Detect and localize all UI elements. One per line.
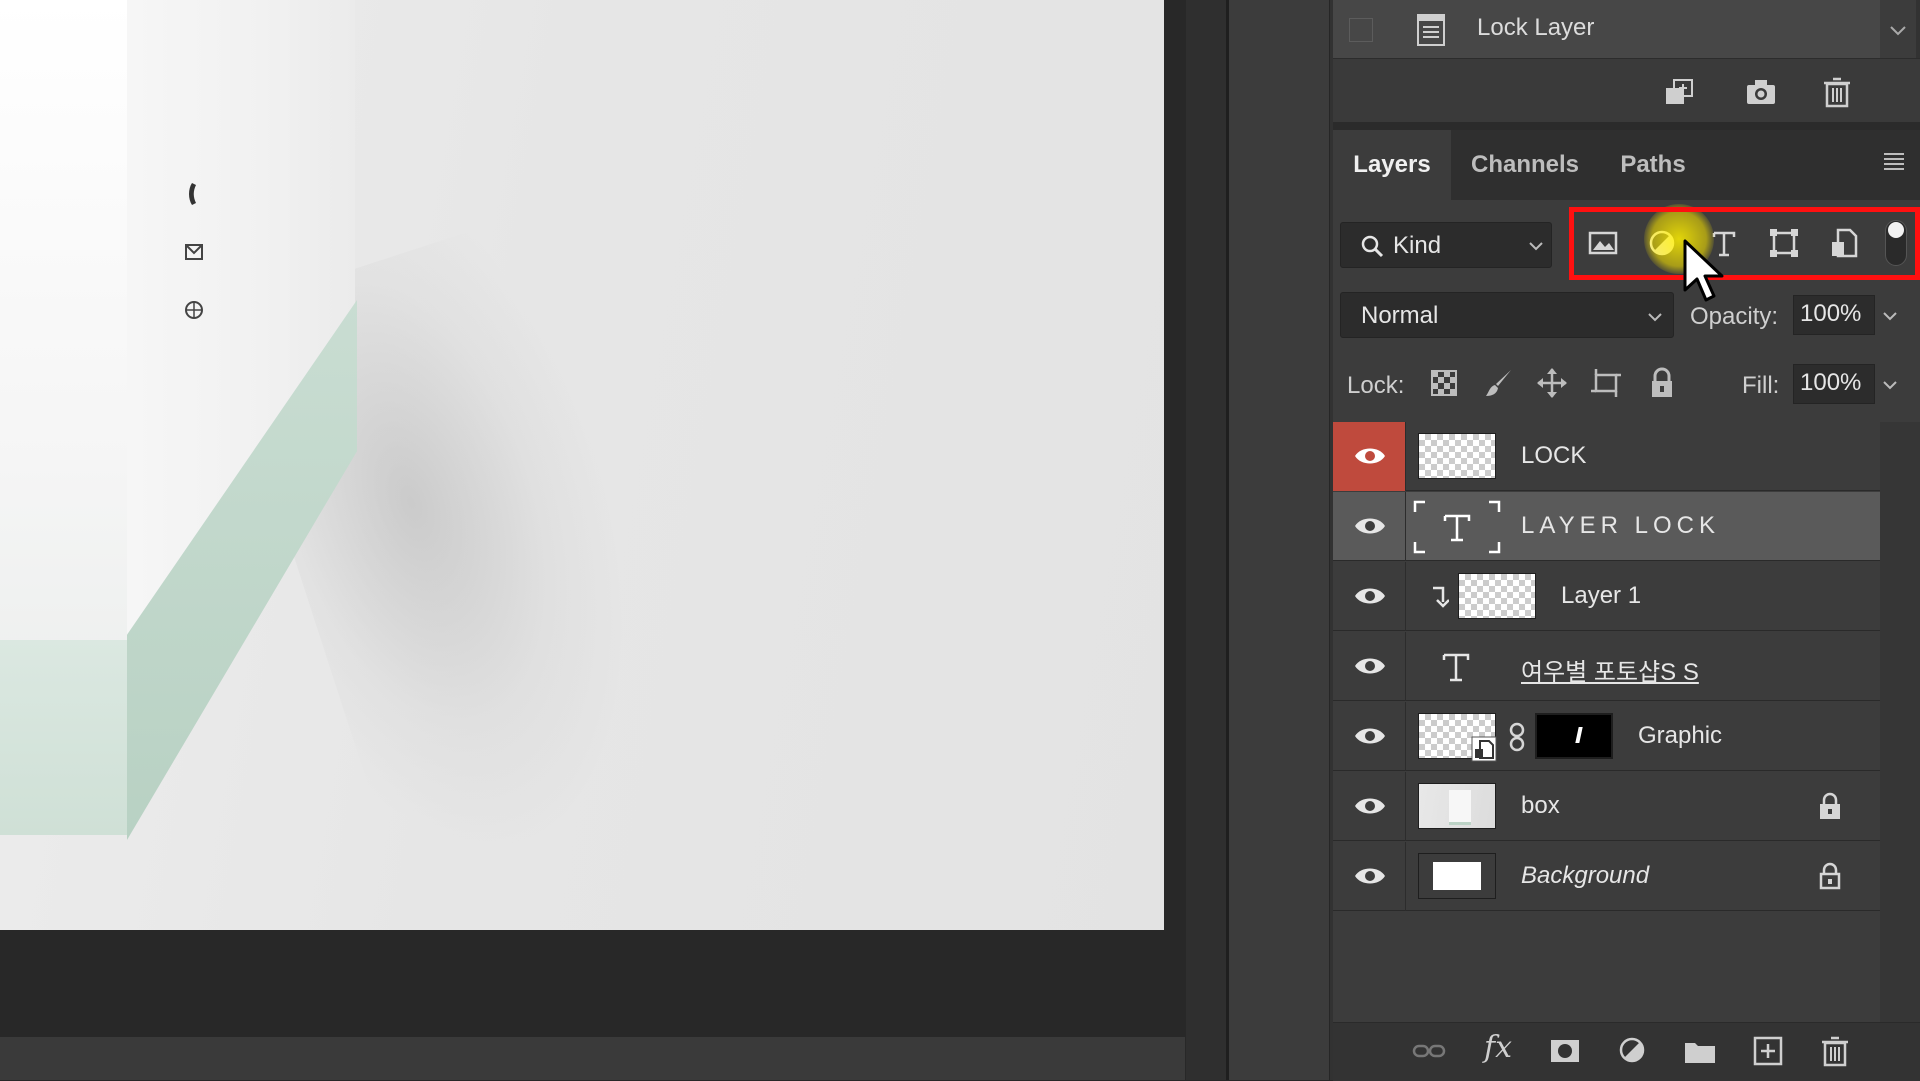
visibility-toggle[interactable] — [1333, 422, 1406, 491]
smart-object-badge-icon — [1471, 736, 1497, 762]
canvas-vertical-scrollbar[interactable] — [1186, 0, 1226, 1080]
clipping-mask-arrow-icon — [1433, 586, 1449, 608]
fx-icon[interactable]: fx — [1484, 1030, 1512, 1065]
layer-row-layer-lock[interactable]: LAYER LOCK — [1333, 492, 1880, 561]
eye-icon — [1355, 588, 1385, 604]
camera-icon[interactable] — [1744, 76, 1778, 108]
panel-menu-icon[interactable] — [1882, 150, 1906, 172]
layers-scrollbar[interactable] — [1880, 422, 1920, 1022]
tab-layers[interactable]: Layers — [1333, 130, 1451, 200]
eye-icon — [1355, 658, 1385, 674]
status-bar — [0, 1037, 1185, 1080]
layer-row-lock[interactable]: LOCK — [1333, 422, 1880, 491]
adjustment-layer-icon[interactable] — [1615, 1035, 1651, 1067]
layer-name: Graphic — [1638, 722, 1723, 749]
group-folder-icon[interactable] — [1682, 1035, 1718, 1067]
mouse-cursor-icon — [1683, 239, 1724, 302]
visibility-toggle[interactable] — [1333, 702, 1406, 771]
trash-icon[interactable] — [1820, 76, 1854, 108]
layer-name: LOCK — [1521, 442, 1587, 469]
lock-image-pixels-icon[interactable] — [1482, 366, 1516, 400]
layer-name: Layer 1 — [1561, 582, 1642, 609]
eye-icon — [1355, 518, 1385, 534]
filter-kind-label: Kind — [1393, 232, 1442, 259]
opacity-label: Opacity: — [1690, 303, 1779, 330]
box-contact-icons — [185, 183, 203, 319]
lock-transparent-pixels-icon[interactable] — [1427, 366, 1461, 400]
new-document-from-state-icon[interactable] — [1662, 76, 1696, 108]
visibility-toggle[interactable] — [1333, 842, 1406, 911]
layer-list: LOCK LAYER LOCK Layer 1 여우별 포토샵S S Graph… — [1333, 422, 1880, 912]
layer-name: Background — [1521, 862, 1650, 889]
type-layer-icon — [1442, 653, 1470, 682]
chevron-down-icon[interactable] — [1880, 306, 1900, 326]
eye-icon — [1355, 798, 1385, 814]
eye-icon — [1355, 448, 1385, 464]
box-mint-base-front — [0, 640, 127, 835]
filter-icons-highlight-box — [1569, 207, 1920, 280]
eye-icon — [1355, 868, 1385, 884]
chevron-down-icon — [1648, 313, 1662, 322]
link-layers-icon[interactable] — [1411, 1035, 1447, 1067]
visibility-toggle[interactable] — [1333, 492, 1406, 561]
layer-row-korean-text[interactable]: 여우별 포토샵S S — [1333, 632, 1880, 701]
visibility-toggle[interactable] — [1333, 562, 1406, 631]
eye-icon — [1355, 728, 1385, 744]
delete-layer-icon[interactable] — [1817, 1035, 1853, 1067]
lock-artboard-icon[interactable] — [1589, 366, 1623, 400]
layer-thumbnail — [1458, 573, 1536, 619]
chevron-down-icon[interactable] — [1886, 18, 1910, 42]
visibility-toggle[interactable] — [1333, 772, 1406, 841]
layer-row-background[interactable]: Background — [1333, 842, 1880, 911]
box-front-face — [0, 0, 127, 662]
layer-row-layer-1[interactable]: Layer 1 — [1333, 562, 1880, 631]
lock-label: Lock: — [1347, 372, 1405, 399]
tab-paths[interactable]: Paths — [1598, 130, 1708, 200]
history-source-checkbox[interactable] — [1349, 18, 1373, 42]
opacity-value: 100% — [1800, 300, 1862, 327]
document-icon — [1417, 14, 1445, 46]
panel-dock-gap — [1229, 0, 1329, 1080]
new-layer-icon[interactable] — [1750, 1035, 1786, 1067]
search-icon — [1361, 235, 1384, 258]
layer-mask-thumbnail[interactable] — [1535, 713, 1613, 759]
document-canvas[interactable] — [0, 0, 1164, 930]
layer-thumbnail — [1418, 853, 1496, 899]
chevron-down-icon[interactable] — [1880, 375, 1900, 395]
lock-position-icon[interactable] — [1535, 366, 1569, 400]
link-chain-icon[interactable] — [1507, 722, 1527, 752]
tab-channels[interactable]: Channels — [1455, 130, 1595, 200]
fill-label: Fill: — [1742, 372, 1780, 399]
blend-mode-label: Normal — [1361, 302, 1439, 329]
lock-icon[interactable] — [1816, 791, 1844, 821]
thumbnail-box-shape — [1449, 790, 1471, 825]
layer-row-box[interactable]: box — [1333, 772, 1880, 841]
panel-separator — [1333, 122, 1920, 130]
lock-all-icon[interactable] — [1645, 366, 1679, 400]
layer-name: LAYER LOCK — [1521, 512, 1720, 539]
document-canvas-area[interactable] — [0, 0, 1185, 1080]
history-state-label: Lock Layer — [1477, 14, 1595, 41]
chevron-down-icon — [1529, 242, 1543, 251]
layer-name: 여우별 포토샵S S — [1521, 659, 1699, 686]
fill-value: 100% — [1800, 369, 1862, 396]
layer-row-graphic[interactable]: Graphic — [1333, 702, 1880, 771]
mask-shape — [1575, 727, 1583, 743]
thumbnail-white-fill — [1433, 862, 1481, 890]
layer-name: box — [1521, 792, 1560, 819]
lock-outline-icon[interactable] — [1816, 861, 1844, 891]
layer-thumbnail — [1418, 433, 1496, 479]
visibility-toggle[interactable] — [1333, 632, 1406, 701]
type-layer-thumbnail-icon — [1413, 500, 1501, 554]
layer-thumbnail — [1418, 783, 1496, 829]
add-mask-icon[interactable] — [1547, 1035, 1583, 1067]
